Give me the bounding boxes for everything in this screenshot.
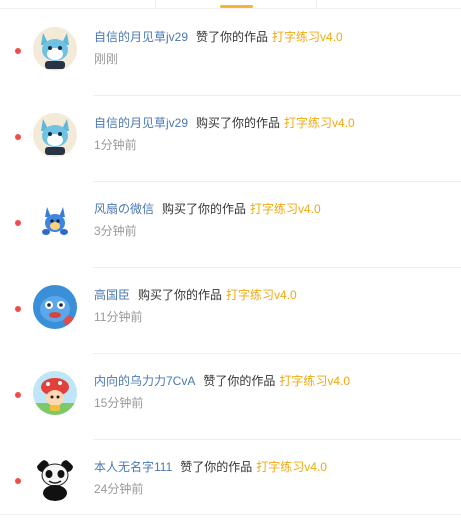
blue-creature-avatar-icon bbox=[33, 199, 77, 243]
notification-item[interactable]: 风扇の微信 购买了你的作品 打字练习v4.0 3分钟前 bbox=[0, 182, 461, 268]
notification-text: 风扇の微信 购买了你的作品 打字练习v4.0 bbox=[94, 200, 321, 218]
timestamp: 1分钟前 bbox=[94, 138, 137, 152]
avatar[interactable] bbox=[33, 199, 77, 243]
action-text: 赞了你的作品 bbox=[196, 30, 269, 44]
divider bbox=[0, 514, 461, 515]
action-text: 购买了你的作品 bbox=[138, 288, 223, 302]
action-text: 购买了你的作品 bbox=[162, 202, 247, 216]
tab-separator bbox=[155, 0, 156, 8]
work-link[interactable]: 打字练习v4.0 bbox=[226, 288, 297, 302]
notification-text: 本人无名字111 赞了你的作品 打字练习v4.0 bbox=[94, 458, 327, 476]
timestamp: 3分钟前 bbox=[94, 224, 137, 238]
username-link[interactable]: 自信的月见草jv29 bbox=[94, 116, 188, 130]
unread-dot bbox=[15, 220, 21, 226]
notification-item[interactable]: 自信的月见草jv29 赞了你的作品 打字练习v4.0 刚刚 bbox=[0, 10, 461, 96]
timestamp: 11分钟前 bbox=[94, 310, 143, 324]
cartoon-fox-avatar-icon bbox=[33, 27, 77, 71]
notification-list: 自信的月见草jv29 赞了你的作品 打字练习v4.0 刚刚 自信的月见草jv29 购买… bbox=[0, 10, 461, 526]
username-link[interactable]: 本人无名字111 bbox=[94, 460, 172, 474]
work-link[interactable]: 打字练习v4.0 bbox=[279, 374, 350, 388]
avatar[interactable] bbox=[33, 285, 77, 329]
notification-item[interactable]: 高国臣 购买了你的作品 打字练习v4.0 11分钟前 bbox=[0, 268, 461, 354]
username-link[interactable]: 高国臣 bbox=[94, 288, 130, 302]
username-link[interactable]: 内向的乌力力7CvA bbox=[94, 374, 195, 388]
action-text: 赞了你的作品 bbox=[180, 460, 253, 474]
timestamp: 15分钟前 bbox=[94, 396, 144, 410]
notification-text: 自信的月见草jv29 赞了你的作品 打字练习v4.0 bbox=[94, 28, 343, 46]
avatar[interactable] bbox=[33, 371, 77, 415]
unread-dot bbox=[15, 134, 21, 140]
divider bbox=[0, 8, 461, 9]
notification-text: 内向的乌力力7CvA 赞了你的作品 打字练习v4.0 bbox=[94, 372, 350, 390]
unread-dot bbox=[15, 306, 21, 312]
action-text: 赞了你的作品 bbox=[203, 374, 276, 388]
avatar[interactable] bbox=[33, 27, 77, 71]
avatar[interactable] bbox=[33, 457, 77, 501]
work-link[interactable]: 打字练习v4.0 bbox=[284, 116, 355, 130]
unread-dot bbox=[15, 478, 21, 484]
cartoon-fox-avatar-icon bbox=[33, 113, 77, 157]
unread-dot bbox=[15, 392, 21, 398]
username-link[interactable]: 风扇の微信 bbox=[94, 202, 154, 216]
avatar[interactable] bbox=[33, 113, 77, 157]
work-link[interactable]: 打字练习v4.0 bbox=[272, 30, 343, 44]
timestamp: 24分钟前 bbox=[94, 482, 144, 496]
notification-text: 自信的月见草jv29 购买了你的作品 打字练习v4.0 bbox=[94, 114, 355, 132]
notification-item[interactable]: 自信的月见草jv29 购买了你的作品 打字练习v4.0 1分钟前 bbox=[0, 96, 461, 182]
tab-separator bbox=[316, 0, 317, 8]
blue-cartoon-avatar-icon bbox=[33, 285, 77, 329]
notification-text: 高国臣 购买了你的作品 打字练习v4.0 bbox=[94, 286, 297, 304]
timestamp: 刚刚 bbox=[94, 52, 119, 66]
work-link[interactable]: 打字练习v4.0 bbox=[256, 460, 327, 474]
work-link[interactable]: 打字练习v4.0 bbox=[250, 202, 321, 216]
action-text: 购买了你的作品 bbox=[196, 116, 281, 130]
panda-meme-avatar-icon bbox=[33, 457, 77, 501]
unread-dot bbox=[15, 48, 21, 54]
username-link[interactable]: 自信的月见草jv29 bbox=[94, 30, 188, 44]
notification-item[interactable]: 内向的乌力力7CvA 赞了你的作品 打字练习v4.0 15分钟前 bbox=[0, 354, 461, 440]
red-hat-mushroom-avatar-icon bbox=[33, 371, 77, 415]
